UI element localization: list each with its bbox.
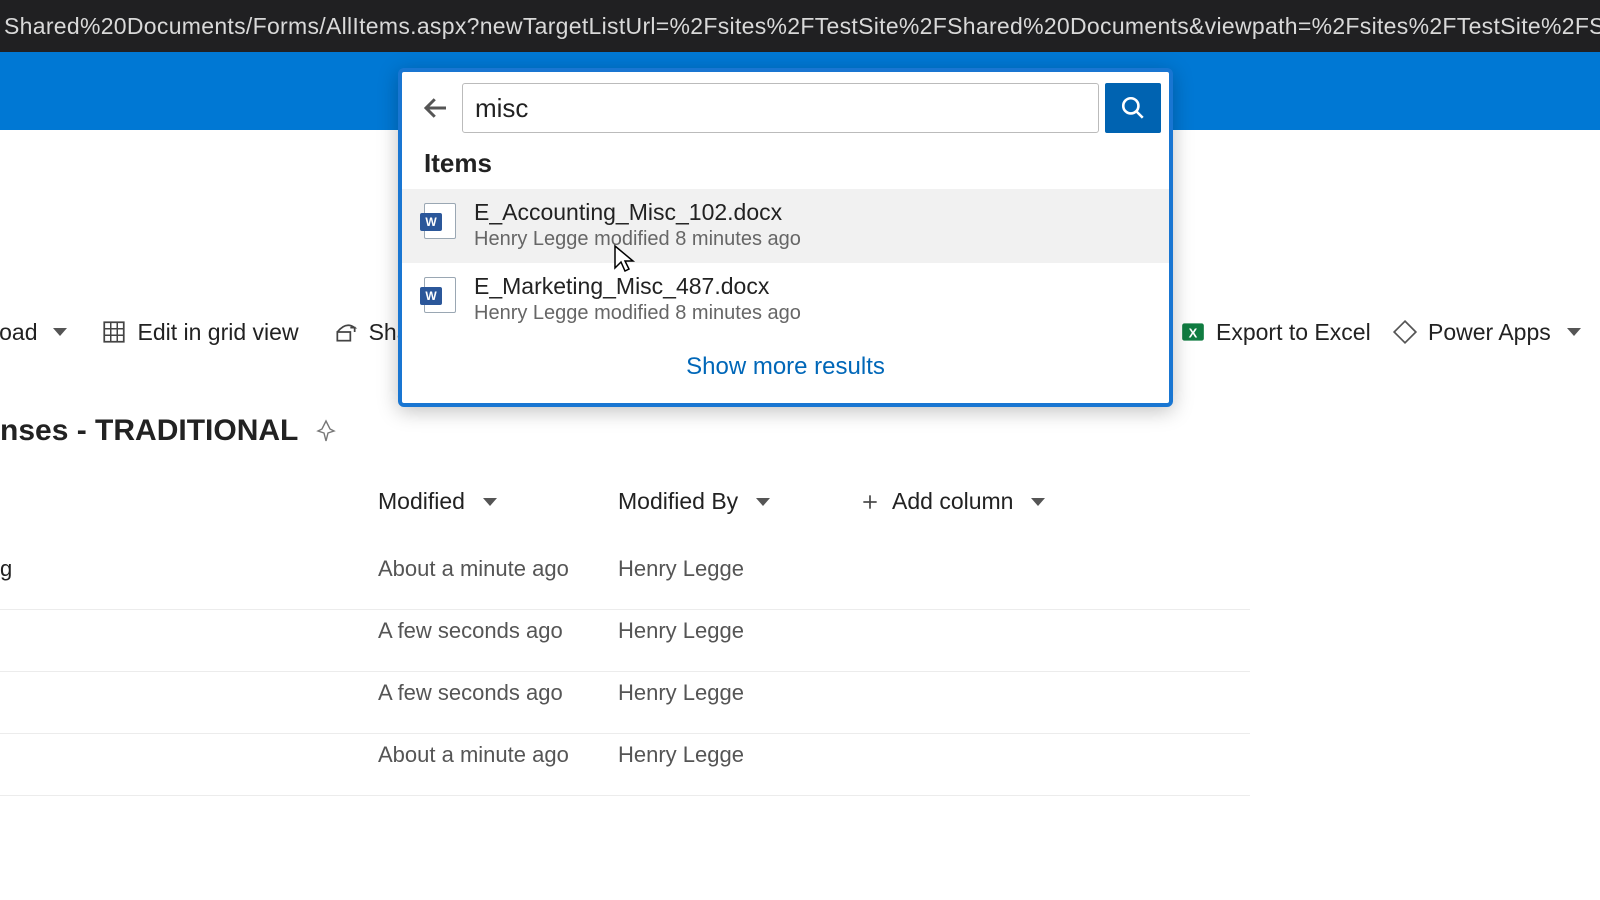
word-file-icon: W	[424, 203, 456, 239]
show-more-results-link[interactable]: Show more results	[402, 337, 1169, 391]
svg-text:X: X	[1189, 325, 1198, 340]
plus-icon	[860, 492, 880, 512]
search-suggestions-panel: Items W E_Accounting_Misc_102.docx Henry…	[398, 68, 1173, 407]
column-header-modified-by[interactable]: Modified By	[618, 488, 770, 515]
cell-modified-by: Henry Legge	[618, 618, 744, 644]
command-label: Edit in grid view	[137, 319, 298, 346]
power-apps-button[interactable]: Power Apps	[1392, 319, 1581, 346]
search-input-container[interactable]	[462, 83, 1099, 133]
column-header-label: Modified	[378, 488, 465, 515]
command-label: load	[0, 319, 37, 346]
cell-modified-by: Henry Legge	[618, 742, 744, 768]
page-title-text: nses - TRADITIONAL	[0, 414, 298, 448]
search-back-button[interactable]	[410, 86, 462, 130]
chevron-down-icon	[1567, 328, 1581, 336]
export-excel-button[interactable]: X Export to Excel	[1180, 319, 1371, 346]
search-result-meta: Henry Legge modified 8 minutes ago	[474, 228, 801, 251]
search-icon	[1120, 95, 1146, 121]
file-list: g About a minute ago Henry Legge A few s…	[0, 548, 1600, 796]
cell-modified-by: Henry Legge	[618, 556, 744, 582]
search-result-title: E_Accounting_Misc_102.docx	[474, 199, 801, 226]
table-row[interactable]: A few seconds ago Henry Legge	[0, 610, 1600, 672]
search-result-meta: Henry Legge modified 8 minutes ago	[474, 302, 801, 325]
chevron-down-icon	[483, 498, 497, 506]
cell-modified: A few seconds ago	[378, 680, 563, 706]
table-row[interactable]: About a minute ago Henry Legge	[0, 734, 1600, 796]
word-file-icon: W	[424, 277, 456, 313]
chevron-down-icon	[53, 328, 67, 336]
excel-icon: X	[1180, 319, 1206, 345]
cell-modified: About a minute ago	[378, 556, 569, 582]
column-header-label: Modified By	[618, 488, 738, 515]
pin-icon[interactable]	[314, 419, 338, 443]
grid-icon	[101, 319, 127, 345]
command-label: Export to Excel	[1216, 319, 1371, 346]
cell-modified: About a minute ago	[378, 742, 569, 768]
cell-modified: A few seconds ago	[378, 618, 563, 644]
arrow-left-icon	[421, 93, 451, 123]
chevron-down-icon	[1031, 498, 1045, 506]
search-input[interactable]	[475, 93, 1086, 124]
table-row[interactable]: A few seconds ago Henry Legge	[0, 672, 1600, 734]
file-name-fragment: g	[0, 556, 12, 582]
add-column-button[interactable]: Add column	[860, 488, 1045, 515]
command-label: Power Apps	[1428, 319, 1551, 346]
page-title: nses - TRADITIONAL	[0, 414, 338, 448]
search-result-title: E_Marketing_Misc_487.docx	[474, 273, 801, 300]
cell-modified-by: Henry Legge	[618, 680, 744, 706]
column-header-label: Add column	[892, 488, 1013, 515]
edit-grid-button[interactable]: Edit in grid view	[101, 319, 298, 346]
browser-url-bar[interactable]: Shared%20Documents/Forms/AllItems.aspx?n…	[0, 0, 1600, 52]
chevron-down-icon	[756, 498, 770, 506]
search-result-item[interactable]: W E_Marketing_Misc_487.docx Henry Legge …	[402, 263, 1169, 337]
share-icon	[333, 319, 359, 345]
search-result-item[interactable]: W E_Accounting_Misc_102.docx Henry Legge…	[402, 189, 1169, 263]
column-header-modified[interactable]: Modified	[378, 488, 497, 515]
upload-button[interactable]: load	[0, 319, 67, 346]
search-submit-button[interactable]	[1105, 83, 1161, 133]
powerapps-icon	[1392, 319, 1418, 345]
table-row[interactable]: g About a minute ago Henry Legge	[0, 548, 1600, 610]
search-section-header: Items	[402, 134, 1169, 189]
